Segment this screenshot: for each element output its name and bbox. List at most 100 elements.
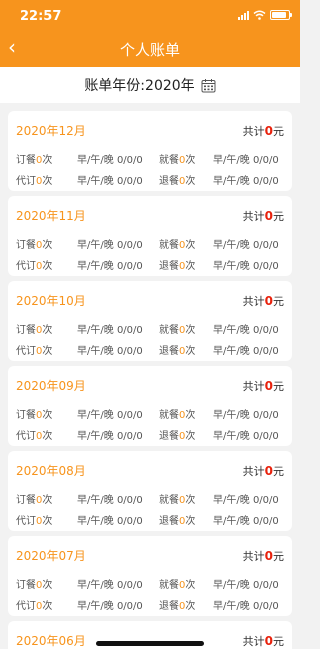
stats-row-order: 订餐0次 早/午/晚 0/0/0 就餐0次 早/午/晚 0/0/0 bbox=[16, 151, 284, 167]
total-amount: 0 bbox=[264, 549, 273, 563]
proxy-label: 代订 bbox=[16, 346, 36, 357]
bill-card[interactable]: 2020年10月 共计0元 订餐0次 早/午/晚 0/0/0 就餐0次 早/午/… bbox=[8, 281, 292, 361]
dine-count-unit: 次 bbox=[185, 580, 196, 591]
total-amount: 0 bbox=[264, 124, 273, 138]
refund-count: 退餐0次 bbox=[159, 427, 195, 442]
home-indicator[interactable] bbox=[96, 641, 204, 646]
refund-meals: 早/午/晚 0/0/0 bbox=[213, 512, 279, 527]
total-unit: 元 bbox=[273, 295, 284, 308]
year-selector[interactable]: 账单年份:2020年 bbox=[0, 67, 300, 103]
order-meals-label: 早/午/晚 bbox=[77, 580, 114, 591]
card-total: 共计0元 bbox=[243, 208, 284, 224]
battery-icon bbox=[270, 10, 292, 20]
refund-meals: 早/午/晚 0/0/0 bbox=[213, 342, 279, 357]
stats-row-proxy: 代订0次 早/午/晚 0/0/0 退餐0次 早/午/晚 0/0/0 bbox=[16, 257, 284, 273]
proxy-label: 代订 bbox=[16, 176, 36, 187]
order-count-unit: 次 bbox=[42, 410, 53, 421]
card-month: 2020年12月 bbox=[16, 124, 86, 138]
total-unit: 元 bbox=[273, 380, 284, 393]
stats-row-proxy: 代订0次 早/午/晚 0/0/0 退餐0次 早/午/晚 0/0/0 bbox=[16, 427, 284, 443]
total-unit: 元 bbox=[273, 550, 284, 563]
proxy-meals-values: 0/0/0 bbox=[116, 176, 143, 187]
proxy-meals-label: 早/午/晚 bbox=[77, 601, 114, 612]
refund-label: 退餐 bbox=[159, 346, 179, 357]
dine-meals: 早/午/晚 0/0/0 bbox=[213, 406, 279, 421]
order-count: 订餐0次 bbox=[16, 151, 52, 166]
refund-label: 退餐 bbox=[159, 516, 179, 527]
proxy-meals: 早/午/晚 0/0/0 bbox=[77, 427, 143, 442]
dine-meals-label: 早/午/晚 bbox=[213, 325, 250, 336]
bill-card[interactable]: 2020年09月 共计0元 订餐0次 早/午/晚 0/0/0 就餐0次 早/午/… bbox=[8, 366, 292, 446]
refund-count: 退餐0次 bbox=[159, 172, 195, 187]
refund-meals-values: 0/0/0 bbox=[252, 516, 279, 527]
dine-count: 就餐0次 bbox=[159, 576, 195, 591]
refund-meals-label: 早/午/晚 bbox=[213, 516, 250, 527]
dine-count: 就餐0次 bbox=[159, 236, 195, 251]
dine-count-unit: 次 bbox=[185, 495, 196, 506]
refund-meals-label: 早/午/晚 bbox=[213, 346, 250, 357]
total-amount: 0 bbox=[264, 294, 273, 308]
bill-card[interactable]: 2020年08月 共计0元 订餐0次 早/午/晚 0/0/0 就餐0次 早/午/… bbox=[8, 451, 292, 531]
total-unit: 元 bbox=[273, 210, 284, 223]
proxy-meals-values: 0/0/0 bbox=[116, 601, 143, 612]
refund-meals-label: 早/午/晚 bbox=[213, 176, 250, 187]
total-label: 共计 bbox=[242, 295, 265, 308]
proxy-count: 代订0次 bbox=[16, 257, 52, 272]
card-month: 2020年06月 bbox=[16, 634, 86, 648]
proxy-count: 代订0次 bbox=[16, 427, 52, 442]
order-label: 订餐 bbox=[16, 240, 36, 251]
total-amount: 0 bbox=[264, 464, 273, 478]
stats-row-order: 订餐0次 早/午/晚 0/0/0 就餐0次 早/午/晚 0/0/0 bbox=[16, 406, 284, 422]
status-bar: 22:57 bbox=[0, 0, 300, 30]
proxy-meals-values: 0/0/0 bbox=[116, 431, 143, 442]
stats-row-proxy: 代订0次 早/午/晚 0/0/0 退餐0次 早/午/晚 0/0/0 bbox=[16, 342, 284, 358]
stats-row-order: 订餐0次 早/午/晚 0/0/0 就餐0次 早/午/晚 0/0/0 bbox=[16, 236, 284, 252]
card-month: 2020年07月 bbox=[16, 549, 86, 563]
total-unit: 元 bbox=[273, 635, 284, 648]
order-meals-values: 0/0/0 bbox=[116, 240, 143, 251]
proxy-label: 代订 bbox=[16, 431, 36, 442]
proxy-count-unit: 次 bbox=[42, 261, 53, 272]
total-label: 共计 bbox=[242, 210, 265, 223]
dine-count: 就餐0次 bbox=[159, 321, 195, 336]
card-total: 共计0元 bbox=[243, 463, 284, 479]
stats-row-order: 订餐0次 早/午/晚 0/0/0 就餐0次 早/午/晚 0/0/0 bbox=[16, 491, 284, 507]
dine-label: 就餐 bbox=[159, 580, 179, 591]
proxy-meals: 早/午/晚 0/0/0 bbox=[77, 257, 143, 272]
proxy-meals-values: 0/0/0 bbox=[116, 516, 143, 527]
refund-count: 退餐0次 bbox=[159, 597, 195, 612]
refund-label: 退餐 bbox=[159, 261, 179, 272]
card-month: 2020年11月 bbox=[16, 209, 86, 223]
order-meals-label: 早/午/晚 bbox=[77, 240, 114, 251]
card-total: 共计0元 bbox=[243, 378, 284, 394]
order-label: 订餐 bbox=[16, 325, 36, 336]
dine-meals-values: 0/0/0 bbox=[252, 580, 279, 591]
refund-count-unit: 次 bbox=[185, 261, 196, 272]
total-unit: 元 bbox=[273, 465, 284, 478]
bill-card[interactable]: 2020年12月 共计0元 订餐0次 早/午/晚 0/0/0 就餐0次 早/午/… bbox=[8, 111, 292, 191]
dine-meals: 早/午/晚 0/0/0 bbox=[213, 491, 279, 506]
order-meals-label: 早/午/晚 bbox=[77, 410, 114, 421]
card-header: 2020年08月 共计0元 bbox=[16, 462, 284, 480]
total-label: 共计 bbox=[242, 550, 265, 563]
bill-card[interactable]: 2020年11月 共计0元 订餐0次 早/午/晚 0/0/0 就餐0次 早/午/… bbox=[8, 196, 292, 276]
dine-meals: 早/午/晚 0/0/0 bbox=[213, 151, 279, 166]
card-header: 2020年10月 共计0元 bbox=[16, 292, 284, 310]
stats-row-order: 订餐0次 早/午/晚 0/0/0 就餐0次 早/午/晚 0/0/0 bbox=[16, 321, 284, 337]
dine-count: 就餐0次 bbox=[159, 406, 195, 421]
calendar-icon[interactable] bbox=[201, 78, 216, 93]
card-total: 共计0元 bbox=[243, 123, 284, 139]
status-time: 22:57 bbox=[20, 9, 62, 24]
total-amount: 0 bbox=[264, 379, 273, 393]
order-count: 订餐0次 bbox=[16, 491, 52, 506]
order-meals-values: 0/0/0 bbox=[116, 155, 143, 166]
proxy-label: 代订 bbox=[16, 261, 36, 272]
refund-count-unit: 次 bbox=[185, 601, 196, 612]
refund-meals-values: 0/0/0 bbox=[252, 431, 279, 442]
bill-card[interactable]: 2020年07月 共计0元 订餐0次 早/午/晚 0/0/0 就餐0次 早/午/… bbox=[8, 536, 292, 616]
proxy-count-unit: 次 bbox=[42, 176, 53, 187]
system-icons bbox=[238, 10, 292, 20]
order-count: 订餐0次 bbox=[16, 236, 52, 251]
proxy-label: 代订 bbox=[16, 516, 36, 527]
proxy-count-unit: 次 bbox=[42, 431, 53, 442]
